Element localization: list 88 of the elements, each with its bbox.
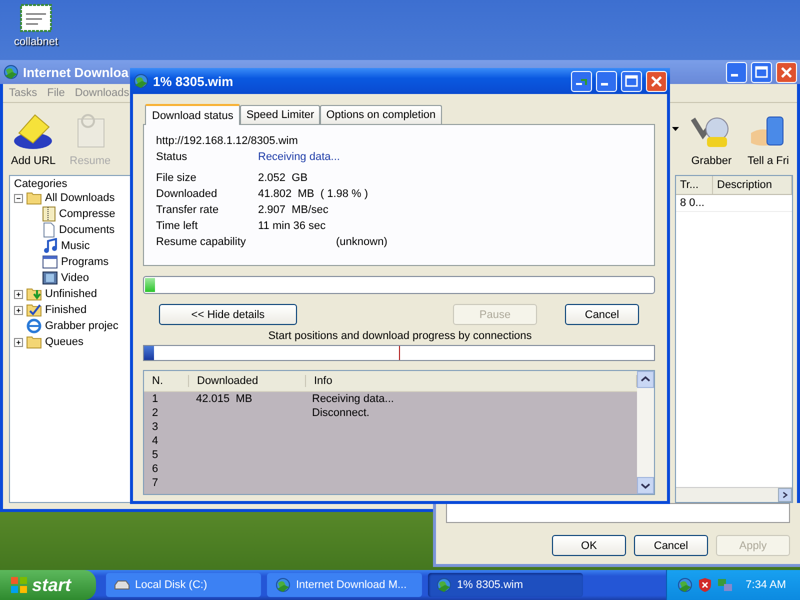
- music-note-icon: [42, 238, 58, 254]
- field-label: Status: [156, 151, 188, 163]
- tree-item[interactable]: Programs: [61, 256, 109, 268]
- expand-icon[interactable]: [14, 290, 23, 298]
- expand-icon[interactable]: [14, 338, 23, 346]
- status-value: Receiving data...: [258, 151, 340, 163]
- minimize-button[interactable]: [596, 70, 617, 92]
- desktop-icon-label[interactable]: collabnet: [14, 36, 58, 48]
- app-globe-icon: [3, 64, 19, 80]
- field-label: Downloaded: [156, 188, 218, 200]
- collapse-icon[interactable]: [14, 194, 23, 202]
- windows-flag-icon: [10, 576, 28, 594]
- categories-heading: Categories: [14, 178, 68, 190]
- app-globe-icon: [133, 73, 149, 89]
- dialog-button[interactable]: OK: [552, 535, 626, 556]
- folder-arrow-icon: [26, 287, 42, 301]
- dialog-button[interactable]: << Hide details: [159, 304, 297, 325]
- field-value: 2.907 MB/sec: [258, 204, 328, 216]
- tree-item[interactable]: Finished: [45, 304, 87, 316]
- dropdown-caret-icon[interactable]: [672, 127, 680, 131]
- close-button[interactable]: [646, 70, 667, 92]
- tray-button[interactable]: [571, 70, 592, 92]
- table-cell-text: 4: [151, 435, 160, 447]
- column-header[interactable]: N.: [144, 375, 189, 387]
- program-window-icon: [42, 255, 58, 269]
- column-header[interactable]: Downloaded: [189, 375, 306, 387]
- tree-item[interactable]: Unfinished: [45, 288, 97, 300]
- tree-item[interactable]: Video: [61, 272, 89, 284]
- text-area[interactable]: [446, 503, 790, 523]
- field-value: 41.802 MB ( 1.98 % ): [258, 188, 368, 200]
- toolbar-button[interactable]: Add URL: [7, 111, 60, 167]
- table-cell-text: Receiving data...: [311, 393, 395, 405]
- tab[interactable]: Speed Limiter: [240, 105, 320, 124]
- taskbar-button[interactable]: 1% 8305.wim: [428, 573, 583, 597]
- globe-icon: [275, 577, 291, 593]
- taskbar-button[interactable]: Internet Download M...: [267, 573, 422, 597]
- table-cell-text: 7: [151, 477, 160, 489]
- table-cell-text: Disconnect.: [311, 407, 370, 419]
- table-cell-text: 1: [151, 393, 160, 405]
- tray-globe-icon: [676, 577, 693, 593]
- table-cell-text: 3: [151, 421, 160, 433]
- folders-icon: [26, 335, 42, 349]
- column-header[interactable]: Description: [713, 176, 792, 194]
- drive-icon: [114, 579, 130, 591]
- scroll-right-icon[interactable]: [778, 488, 792, 502]
- dialog-button[interactable]: Cancel: [565, 304, 639, 325]
- field-label: Time left: [156, 220, 199, 232]
- tree-item[interactable]: All Downloads: [45, 192, 115, 204]
- window-title: 1% 8305.wim: [153, 74, 234, 88]
- tree-item[interactable]: Queues: [45, 336, 84, 348]
- table-cell-text: 42.015 MB: [195, 393, 254, 405]
- tree-item[interactable]: Music: [61, 240, 90, 252]
- film-icon: [42, 271, 58, 285]
- maximize-button[interactable]: [621, 70, 642, 92]
- taskbar-button[interactable]: Local Disk (C:): [106, 573, 261, 597]
- table-cell-text: 5: [151, 449, 160, 461]
- zip-file-icon: [42, 206, 56, 222]
- scroll-up-icon[interactable]: [637, 371, 654, 388]
- folder-check-icon: [26, 303, 42, 317]
- expand-icon[interactable]: [14, 306, 23, 314]
- column-header[interactable]: Tr...: [676, 176, 713, 194]
- toolbar-button[interactable]: Grabber: [685, 111, 738, 167]
- field-value: 2.052 GB: [258, 172, 308, 184]
- table-cell-text: 2: [151, 407, 160, 419]
- open-folder-icon: [26, 191, 42, 205]
- scroll-down-icon[interactable]: [637, 477, 654, 494]
- window-title: Internet Downloa: [23, 64, 130, 80]
- tab[interactable]: Options on completion: [320, 105, 442, 124]
- field-label: File size: [156, 172, 198, 184]
- tab[interactable]: Download status: [145, 104, 240, 125]
- field-value: (unknown): [336, 236, 388, 248]
- document-icon: [42, 222, 56, 238]
- shield-icon[interactable]: [698, 577, 712, 593]
- field-label: Transfer rate: [156, 204, 220, 216]
- table-cell-text: 6: [151, 463, 160, 475]
- toolbar-button[interactable]: Tell a Fri: [743, 111, 793, 167]
- connections-caption: Start positions and download progress by connections: [268, 330, 532, 342]
- globe-icon: [436, 577, 452, 593]
- tree-item[interactable]: Grabber projec: [45, 320, 118, 332]
- clock: 7:34 AM: [746, 579, 786, 591]
- field-label: Resume capability: [156, 236, 247, 248]
- table-cell-text: 8 0...: [679, 196, 706, 211]
- dialog-button[interactable]: Cancel: [634, 535, 708, 556]
- tree-item[interactable]: Documents: [59, 224, 115, 236]
- tree-item[interactable]: Compresse: [59, 208, 116, 220]
- download-url: http://192.168.1.12/8305.wim: [156, 135, 298, 147]
- field-value: 11 min 36 sec: [258, 220, 326, 232]
- certificate-icon[interactable]: [20, 4, 52, 32]
